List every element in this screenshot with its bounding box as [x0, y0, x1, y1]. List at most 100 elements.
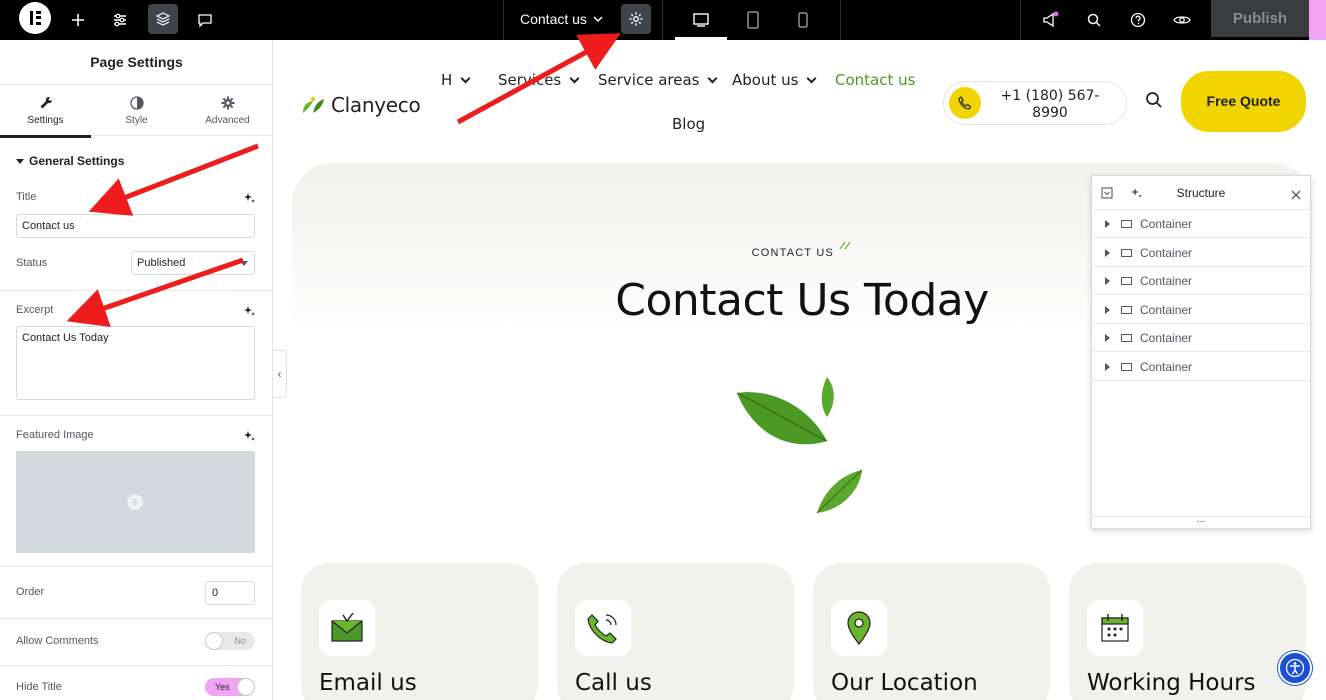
- phone-call-icon: [575, 600, 631, 656]
- structure-navigator-panel: Structure Container Container Container …: [1091, 175, 1311, 529]
- contact-card-location: Our Location: [813, 563, 1050, 700]
- structure-item[interactable]: Container: [1092, 296, 1310, 324]
- add-image-plus-icon[interactable]: +: [127, 494, 143, 510]
- tab-settings[interactable]: Settings: [0, 85, 91, 138]
- container-icon: [1121, 249, 1132, 257]
- chevron-down-icon: [240, 261, 248, 266]
- nav-item-contact-us[interactable]: Contact us: [835, 71, 915, 89]
- divider: [0, 665, 272, 666]
- ai-sparkle-icon[interactable]: [243, 191, 255, 209]
- ai-sparkle-icon[interactable]: [243, 429, 255, 447]
- status-select[interactable]: Published: [131, 251, 255, 275]
- separator: [662, 0, 663, 40]
- caret-right-icon[interactable]: [1105, 220, 1110, 228]
- caret-right-icon[interactable]: [1105, 277, 1110, 285]
- ai-sparkle-icon[interactable]: [243, 304, 255, 322]
- tab-advanced[interactable]: Advanced: [182, 85, 272, 137]
- nav-item-service-areas[interactable]: Service areas: [598, 71, 718, 89]
- preview-eye-icon[interactable]: [1168, 6, 1196, 34]
- site-logo-text: Clanyeco: [331, 93, 421, 117]
- nav-item-about-us[interactable]: About us: [732, 71, 817, 89]
- notifications-megaphone-icon[interactable]: [1036, 6, 1064, 34]
- allow-comments-label: Allow Comments: [16, 635, 99, 647]
- gear-icon: [221, 96, 234, 110]
- contact-card-email: Email us: [301, 563, 538, 700]
- container-icon: [1121, 220, 1132, 228]
- structure-item-label: Container: [1140, 246, 1193, 260]
- caret-right-icon[interactable]: [1105, 249, 1110, 257]
- site-logo[interactable]: Clanyeco: [301, 93, 421, 117]
- caret-right-icon[interactable]: [1105, 306, 1110, 314]
- card-title: Our Location: [831, 670, 978, 696]
- nav-label: Services: [498, 71, 562, 89]
- title-input[interactable]: Contact us: [16, 214, 255, 238]
- comments-icon[interactable]: [191, 6, 219, 34]
- help-icon[interactable]: [1124, 6, 1152, 34]
- resize-handle[interactable]: ...: [1092, 515, 1310, 528]
- add-element-icon[interactable]: [64, 6, 92, 34]
- page-title-dropdown[interactable]: Contact us: [520, 11, 587, 27]
- nav-item-blog[interactable]: Blog: [672, 115, 705, 133]
- card-title: Call us: [575, 670, 652, 696]
- hero-kicker-text: CONTACT US: [751, 247, 835, 259]
- structure-header[interactable]: Structure: [1092, 176, 1310, 210]
- search-icon[interactable]: [1145, 91, 1163, 114]
- title-label: Title: [16, 191, 37, 203]
- structure-item-label: Container: [1140, 217, 1193, 231]
- phone-number: +1 (180) 567-8990: [1000, 88, 1100, 121]
- chevron-down-icon[interactable]: [592, 12, 604, 30]
- general-settings-section-toggle[interactable]: General Settings: [16, 154, 124, 168]
- publish-button[interactable]: Publish: [1211, 0, 1309, 37]
- desktop-view-icon[interactable]: [687, 6, 715, 34]
- structure-item[interactable]: Container: [1092, 210, 1310, 238]
- toggle-state: No: [234, 636, 246, 646]
- divider: [0, 566, 272, 567]
- site-settings-icon[interactable]: [106, 6, 134, 34]
- nav-item-h[interactable]: H: [441, 71, 471, 89]
- nav-item-services[interactable]: Services: [498, 71, 580, 89]
- publish-options-button[interactable]: [1309, 0, 1326, 40]
- page-settings-gear-icon[interactable]: [621, 4, 651, 34]
- tab-style[interactable]: Style: [91, 85, 182, 137]
- free-quote-button[interactable]: Free Quote: [1181, 71, 1306, 132]
- accessibility-icon[interactable]: [1278, 651, 1312, 685]
- allow-comments-toggle[interactable]: No: [205, 632, 255, 650]
- featured-image-label: Featured Image: [16, 429, 94, 441]
- page-settings-panel: Page Settings Settings Style Advanced Ge…: [0, 40, 273, 700]
- structure-item[interactable]: Container: [1092, 267, 1310, 295]
- structure-layers-icon[interactable]: [148, 4, 178, 34]
- structure-title: Structure: [1176, 186, 1226, 200]
- phone-contact-button[interactable]: +1 (180) 567-8990: [943, 81, 1127, 125]
- excerpt-textarea[interactable]: Contact Us Today: [16, 326, 255, 400]
- elementor-logo-icon[interactable]: [19, 2, 51, 34]
- nav-label: H: [441, 71, 453, 89]
- section-title: General Settings: [29, 154, 125, 168]
- tab-settings-label: Settings: [27, 115, 64, 126]
- nav-label: Service areas: [598, 71, 700, 89]
- nav-label: About us: [732, 71, 799, 89]
- excerpt-label: Excerpt: [16, 304, 54, 316]
- tab-advanced-label: Advanced: [205, 115, 250, 126]
- order-input[interactable]: 0: [205, 581, 255, 605]
- caret-right-icon[interactable]: [1105, 334, 1110, 342]
- separator: [1020, 0, 1021, 40]
- email-icon: [319, 600, 375, 656]
- structure-item[interactable]: Container: [1092, 353, 1310, 381]
- caret-right-icon[interactable]: [1105, 363, 1110, 371]
- search-icon[interactable]: [1080, 6, 1108, 34]
- contact-card-hours: Working Hours: [1069, 563, 1306, 700]
- tablet-view-icon[interactable]: [739, 6, 767, 34]
- collapse-panel-button[interactable]: ‹: [273, 350, 287, 398]
- hide-title-toggle[interactable]: Yes: [205, 678, 255, 696]
- structure-item[interactable]: Container: [1092, 324, 1310, 352]
- chevron-down-icon: [708, 73, 718, 83]
- editor-top-bar: Contact us Publish: [0, 0, 1326, 40]
- structure-item-label: Container: [1140, 331, 1193, 345]
- structure-item-label: Container: [1140, 303, 1193, 317]
- container-icon: [1121, 363, 1132, 371]
- caret-down-icon: [16, 158, 24, 164]
- featured-image-picker[interactable]: +: [16, 451, 255, 553]
- structure-item[interactable]: Container: [1092, 239, 1310, 267]
- mobile-view-icon[interactable]: [789, 6, 817, 34]
- close-icon[interactable]: [1291, 187, 1301, 205]
